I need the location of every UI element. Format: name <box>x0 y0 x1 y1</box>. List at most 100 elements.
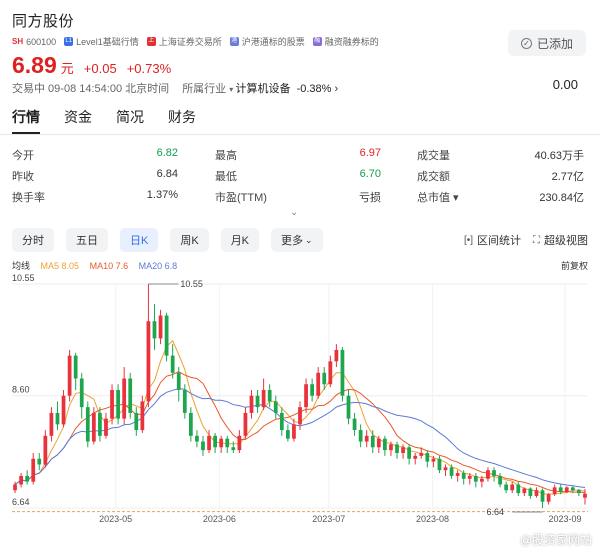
ma-title: 均线 <box>12 261 31 271</box>
candle-body <box>146 321 151 402</box>
candle-body <box>419 453 424 456</box>
candle-body <box>91 412 96 442</box>
status-row: 交易中 09-08 14:54:00 北京时间 所属行业 ▾ 计算机设备 -0.… <box>12 80 338 96</box>
tag-exchange[interactable]: 上上海证券交易所 <box>146 35 222 48</box>
candle-body <box>128 378 133 413</box>
candle <box>249 389 254 419</box>
candle-body <box>267 389 272 402</box>
period-intraday[interactable]: 分时 <box>12 228 54 252</box>
candle <box>510 481 515 494</box>
main-tabs: 行情 资金 简况 财务 <box>12 107 220 134</box>
stat-prev-close: 昨收 6.84 <box>12 168 178 183</box>
super-view-button[interactable]: ⛶ 超级视图 <box>533 232 588 248</box>
exchange-icon: 上 <box>146 37 156 46</box>
tab-quote[interactable]: 行情 <box>12 107 40 134</box>
stat-market-cap[interactable]: 总市值 ▾ 230.84亿 <box>417 189 584 204</box>
candle <box>498 473 502 488</box>
candle <box>134 407 139 436</box>
candle-body <box>225 438 230 448</box>
candle-body <box>443 467 448 471</box>
stat-high: 最高 6.97 <box>215 147 381 162</box>
candle <box>346 389 351 425</box>
kline-chart[interactable]: 10.55 8.60 6.64 2023-05 2023-06 2023-07 2023-0… <box>0 272 600 552</box>
stat-turnover-rate: 换手率 1.37% <box>12 189 178 204</box>
candle-body <box>104 418 108 436</box>
candle-body <box>358 430 363 442</box>
price-change-pct: +0.73% <box>126 61 172 76</box>
candle-body <box>285 430 290 439</box>
candle-body <box>85 407 90 442</box>
candle-body <box>407 447 412 459</box>
current-price: 6.89 <box>12 52 57 78</box>
adjust-mode-label[interactable]: 前复权 <box>561 259 588 272</box>
candle <box>225 435 230 454</box>
candle <box>492 467 496 482</box>
right-value: 0.00 <box>552 77 578 92</box>
candle-body <box>364 435 369 442</box>
period-five-day[interactable]: 五日 <box>66 228 108 252</box>
candle <box>116 384 120 425</box>
period-daily-k[interactable]: 日K <box>120 228 159 252</box>
candle <box>473 473 478 488</box>
period-monthly-k[interactable]: 月K <box>220 228 260 252</box>
candle-body <box>425 453 430 462</box>
candle-body <box>25 475 30 482</box>
candle-body <box>510 484 515 491</box>
level1-icon: L1 <box>64 37 74 46</box>
candle <box>267 384 272 408</box>
candle-body <box>182 389 187 413</box>
tab-profile[interactable]: 简况 <box>116 107 144 134</box>
candle <box>413 453 418 465</box>
candle <box>340 347 345 402</box>
industry-link[interactable]: ▾ 计算机设备 -0.38% › <box>229 83 338 95</box>
candle <box>455 470 460 482</box>
candle-body <box>73 355 78 379</box>
candle <box>164 312 169 362</box>
candle-body <box>61 395 66 425</box>
candle <box>25 470 30 485</box>
candle-body <box>19 475 23 485</box>
ma5-label: MA5 8.05 <box>40 261 80 271</box>
candle <box>188 407 193 442</box>
candle <box>43 430 48 468</box>
margin-icon: 融 <box>312 37 322 46</box>
tag-margin[interactable]: 融融资融券标的 <box>312 35 379 48</box>
candle-body <box>310 384 315 396</box>
candle-body <box>195 435 199 442</box>
period-weekly-k[interactable]: 周K <box>170 228 209 252</box>
max-price-label: 10.55 <box>180 279 203 289</box>
candle-body <box>340 349 345 396</box>
candle-body <box>570 487 575 491</box>
expand-icon: ⛶ <box>533 234 540 246</box>
price-change: +0.05 <box>83 61 117 76</box>
interval-stats-button[interactable]: [•] 区间统计 <box>464 232 521 248</box>
added-watchlist-button[interactable]: ✓ 已添加 <box>508 30 586 56</box>
candle <box>195 430 199 448</box>
candle-body <box>455 473 460 476</box>
candle-body <box>273 401 278 413</box>
connect-icon: 港 <box>229 37 239 46</box>
check-circle-icon: ✓ <box>520 37 532 49</box>
tab-finance[interactable]: 财务 <box>168 107 196 134</box>
candle-body <box>564 487 569 492</box>
candle-body <box>49 412 54 436</box>
candle <box>364 430 369 448</box>
chart-labels: 10.55 8.60 6.64 2023-05 2023-06 2023-07 2023-0… <box>12 273 581 524</box>
trade-status-time: 交易中 09-08 14:54:00 北京时间 <box>12 83 170 95</box>
price-row: 6.89 元 +0.05 +0.73% <box>12 52 181 79</box>
period-more[interactable]: 更多 ⌄ <box>271 228 323 252</box>
tag-connect[interactable]: 港沪港通标的股票 <box>229 35 305 48</box>
candle <box>219 435 224 454</box>
tag-level1[interactable]: L1 Level1基础行情 <box>64 35 139 48</box>
candle-body <box>43 435 48 465</box>
candle <box>370 430 375 454</box>
tab-funds[interactable]: 资金 <box>64 107 92 134</box>
candle <box>310 378 315 402</box>
stock-code: 600100 <box>26 36 57 47</box>
candle <box>449 464 454 479</box>
candle <box>437 455 442 474</box>
candle <box>552 484 557 496</box>
expand-chevron-icon[interactable]: ⌄ <box>290 207 298 218</box>
candle-body <box>316 372 321 396</box>
stat-turnover-amount: 成交额 2.77亿 <box>417 171 584 183</box>
